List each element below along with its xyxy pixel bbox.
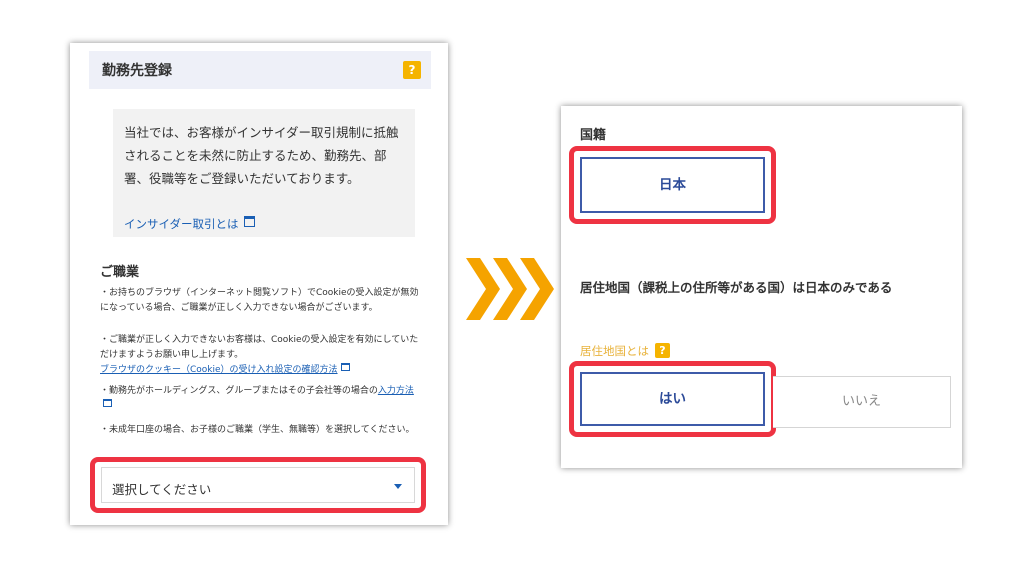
yes-button[interactable]: はい [580,372,765,426]
minor-account-note: ・未成年口座の場合、お子様のご職業（学生、無職等）を選択してください。 [100,425,415,435]
cookie-settings-link-row: ブラウザのクッキー（Cookie）の受け入れ設定の確認方法 [100,363,420,378]
panel-title: 勤務先登録 [102,63,172,79]
input-method-link[interactable]: 入力方法 [378,386,414,396]
holdings-note-text: ・勤務先がホールディングス、グループまたはその子会社等の場合の [100,386,378,396]
external-window-icon [103,398,112,407]
holdings-note: ・勤務先がホールディングス、グループまたはその子会社等の場合の入力方法 [100,384,420,413]
occupation-select-value: 選択してください [112,482,212,497]
cookie-note: ・お持ちのブラウザ（インターネット閲覧ソフト）でCookieの受入設定が無効にな… [100,288,419,313]
external-window-icon [340,363,350,371]
insider-trading-link-label[interactable]: インサイダー取引とは [124,217,239,231]
help-icon[interactable]: ? [403,61,421,79]
residence-question: 居住地国（課税上の住所等がある国）は日本のみである [580,280,893,295]
occupation-select[interactable]: 選択してください [101,467,415,503]
panel-header: 勤務先登録 ? [89,51,431,89]
nationality-label: 国籍 [580,128,607,143]
residence-country-link-label[interactable]: 居住地国とは [580,344,649,358]
residence-country-link[interactable]: 居住地国とは? [580,343,670,359]
select-highlight: 選択してください [90,457,426,513]
occupation-heading: ご職業 [100,265,140,280]
external-window-icon [243,216,255,227]
chevron-arrows-icon [466,258,554,320]
notice-text: 当社では、お客様がインサイダー取引規制に抵触されることを未然に防止するため、勤務… [124,125,399,186]
chevron-down-icon [394,484,402,489]
no-button[interactable]: いいえ [773,376,951,428]
yes-highlight: はい [569,361,776,437]
insider-trading-link[interactable]: インサイダー取引とは [124,216,255,232]
help-icon[interactable]: ? [655,343,670,358]
cookie-enable-note: ・ご職業が正しく入力できないお客様は、Cookieの受入設定を有効にしていただけ… [100,335,419,360]
occupation-registration-panel: 勤務先登録 ? 当社では、お客様がインサイダー取引規制に抵触されることを未然に防… [70,43,448,525]
nationality-panel: 国籍 日本 居住地国（課税上の住所等がある国）は日本のみである 居住地国とは? … [561,106,962,468]
insider-notice-box: 当社では、お客様がインサイダー取引規制に抵触されることを未然に防止するため、勤務… [113,109,415,237]
nationality-japan-button[interactable]: 日本 [580,157,765,213]
nationality-highlight: 日本 [569,146,776,224]
cookie-settings-link[interactable]: ブラウザのクッキー（Cookie）の受け入れ設定の確認方法 [100,365,338,375]
